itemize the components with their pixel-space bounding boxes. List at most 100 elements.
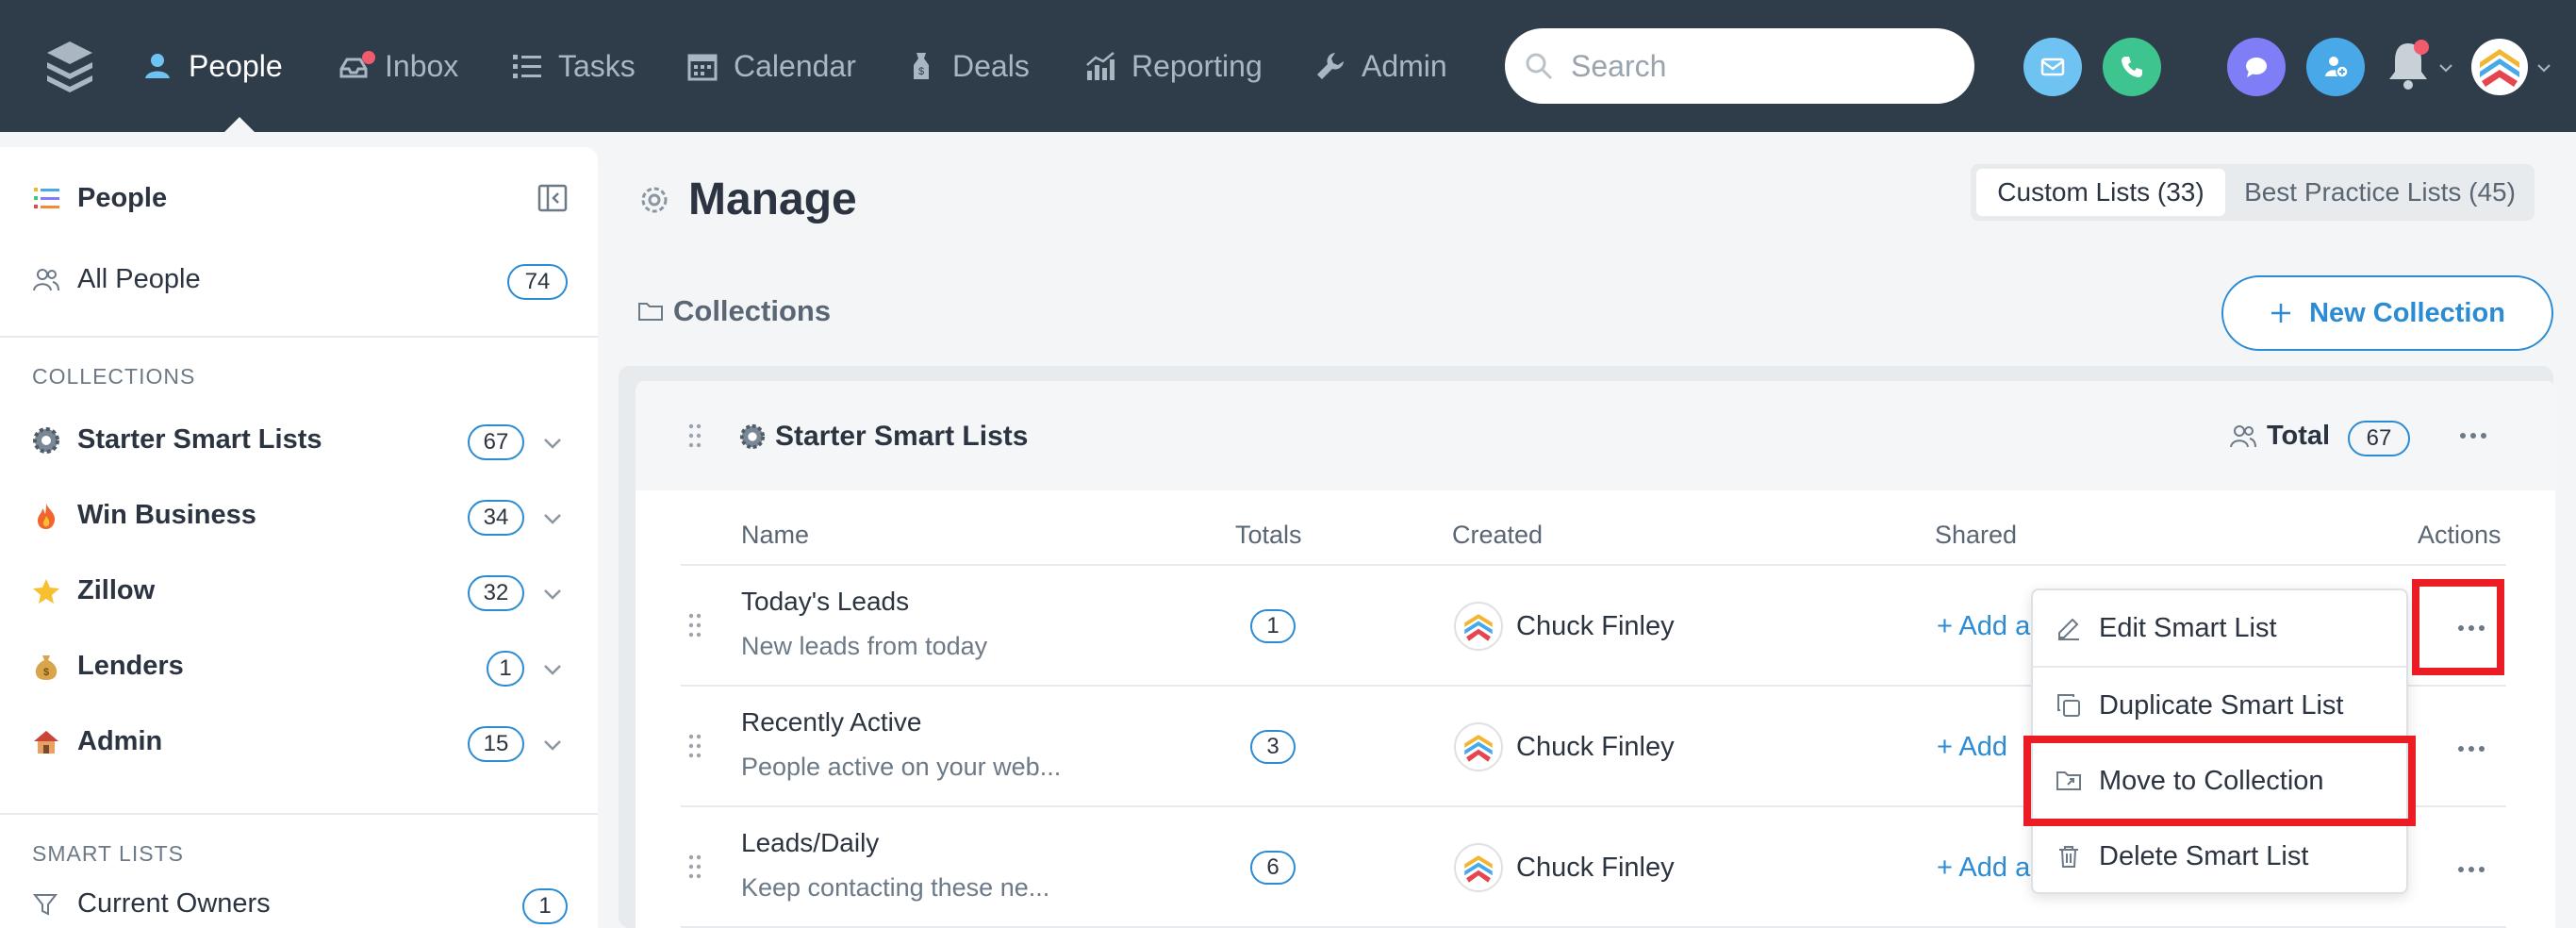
- count-badge: 67: [2348, 421, 2410, 456]
- bell-icon: [2389, 40, 2429, 90]
- creator-avatar: [1454, 843, 1503, 892]
- new-collection-button[interactable]: New Collection: [2221, 275, 2553, 351]
- row-divider: [681, 564, 2506, 566]
- row-actions-icon[interactable]: [2457, 745, 2485, 753]
- sidebar-item-label: Admin: [77, 726, 163, 756]
- calendar-icon: [687, 54, 718, 81]
- email-button[interactable]: [2023, 38, 2082, 96]
- nav-admin[interactable]: Admin: [1314, 0, 1447, 132]
- column-header-name[interactable]: Name: [741, 521, 809, 550]
- tasks-icon: [513, 55, 541, 78]
- people-outline-icon: [2230, 424, 2256, 447]
- menu-item-delete-smart-list[interactable]: Delete Smart List: [2033, 819, 2406, 894]
- list-name[interactable]: Today's Leads: [741, 587, 909, 617]
- column-header-actions: Actions: [2418, 521, 2502, 549]
- list-name[interactable]: Recently Active: [741, 707, 921, 737]
- deals-icon: $: [914, 53, 929, 79]
- nav-deals[interactable]: $ Deals: [905, 0, 1030, 132]
- total-label: Total: [2267, 421, 2331, 451]
- sidebar-item-label: Current Owners: [77, 888, 271, 919]
- sidebar-item-label: Zillow: [77, 575, 156, 605]
- nav-tasks[interactable]: Tasks: [511, 0, 636, 132]
- sidebar-divider: [0, 336, 598, 338]
- chevron-down-icon[interactable]: [541, 734, 564, 756]
- wrench-icon: [1317, 53, 1344, 79]
- app-logo-icon[interactable]: [45, 40, 94, 92]
- more-options-icon[interactable]: [2459, 432, 2487, 439]
- add-share-link[interactable]: + Add a: [1937, 611, 2030, 642]
- gear-emoji-icon: [739, 423, 766, 450]
- global-search[interactable]: [1505, 28, 1974, 104]
- add-share-link[interactable]: + Add: [1937, 732, 2007, 763]
- column-header-shared[interactable]: Shared: [1935, 521, 2017, 550]
- add-share-label: Add a: [1958, 853, 2031, 883]
- collection-title: Starter Smart Lists: [739, 421, 1028, 453]
- plus-icon: [2271, 304, 2291, 323]
- count-badge: 1: [522, 888, 568, 924]
- collection-total: Total: [2229, 421, 2330, 452]
- chevron-down-icon[interactable]: [541, 432, 564, 455]
- sidebar-item-label: Lenders: [77, 651, 184, 681]
- count-badge: 67: [468, 424, 524, 460]
- nav-calendar[interactable]: Calendar: [686, 0, 856, 132]
- drag-handle-icon[interactable]: [688, 734, 702, 758]
- account-menu-button[interactable]: [2470, 36, 2557, 98]
- drag-handle-icon[interactable]: [688, 854, 702, 879]
- column-header-totals[interactable]: Totals: [1235, 521, 1302, 550]
- house-emoji-icon: [34, 730, 58, 754]
- star-emoji-icon: [33, 578, 59, 604]
- nav-inbox[interactable]: Inbox: [338, 0, 458, 132]
- email-icon: [2040, 58, 2065, 76]
- column-header-created[interactable]: Created: [1452, 521, 1543, 550]
- nav-people-label: People: [189, 48, 283, 83]
- nav-people[interactable]: People: [141, 0, 283, 132]
- notifications-button[interactable]: [2384, 38, 2459, 94]
- drag-handle-icon[interactable]: [688, 613, 702, 638]
- list-description: New leads from today: [741, 632, 988, 660]
- phone-button[interactable]: [2103, 38, 2161, 96]
- menu-item-edit-smart-list[interactable]: Edit Smart List: [2033, 590, 2406, 666]
- chevron-down-icon[interactable]: [541, 658, 564, 681]
- chat-button[interactable]: [2227, 38, 2286, 96]
- trash-icon: [2059, 846, 2078, 868]
- active-nav-indicator: [224, 117, 255, 132]
- nav-tasks-label: Tasks: [558, 48, 636, 83]
- sidebar-header: People: [32, 183, 566, 214]
- list-name[interactable]: Leads/Daily: [741, 828, 879, 858]
- people-icon: [145, 54, 170, 78]
- sidebar-item-current-owners[interactable]: Current Owners: [32, 888, 566, 920]
- add-share-label: Add a: [1958, 611, 2031, 641]
- tab-best-practice-lists[interactable]: Best Practice Lists (45): [2231, 169, 2529, 216]
- sidebar: People All People 74 COLLECTIONS Starter…: [0, 147, 598, 928]
- sidebar-item-all-people[interactable]: All People: [32, 264, 566, 295]
- list-total-badge: 3: [1250, 730, 1296, 764]
- fire-emoji-icon: [38, 503, 56, 529]
- add-share-label: Add: [1958, 732, 2008, 762]
- search-icon: [1526, 53, 1553, 80]
- folder-icon: [638, 303, 663, 321]
- creator-name: Chuck Finley: [1516, 853, 1675, 883]
- sidebar-title: People: [77, 183, 168, 213]
- gear-icon: [641, 187, 668, 213]
- chevron-down-icon: [2537, 64, 2551, 73]
- row-actions-icon[interactable]: [2457, 866, 2485, 873]
- add-contact-button[interactable]: [2306, 38, 2365, 96]
- tab-custom-lists[interactable]: Custom Lists (33): [1976, 169, 2225, 216]
- sidebar-item-label: All People: [77, 264, 201, 294]
- collapse-sidebar-icon[interactable]: [537, 183, 568, 213]
- creator-avatar: [1454, 602, 1503, 651]
- nav-reporting[interactable]: Reporting: [1084, 0, 1263, 132]
- search-input[interactable]: [1571, 48, 1929, 84]
- add-share-link[interactable]: + Add a: [1937, 853, 2030, 884]
- chevron-down-icon[interactable]: [541, 583, 564, 605]
- collections-header: Collections: [637, 294, 831, 328]
- menu-item-duplicate-smart-list[interactable]: Duplicate Smart List: [2033, 668, 2406, 743]
- edit-icon: [2058, 618, 2079, 640]
- creator-name: Chuck Finley: [1516, 611, 1675, 641]
- phone-icon: [2122, 57, 2142, 77]
- drag-handle-icon[interactable]: [688, 423, 702, 448]
- nav-reporting-label: Reporting: [1131, 48, 1263, 83]
- svg-text:$: $: [43, 667, 49, 678]
- chevron-down-icon[interactable]: [541, 507, 564, 530]
- creator-name: Chuck Finley: [1516, 732, 1675, 762]
